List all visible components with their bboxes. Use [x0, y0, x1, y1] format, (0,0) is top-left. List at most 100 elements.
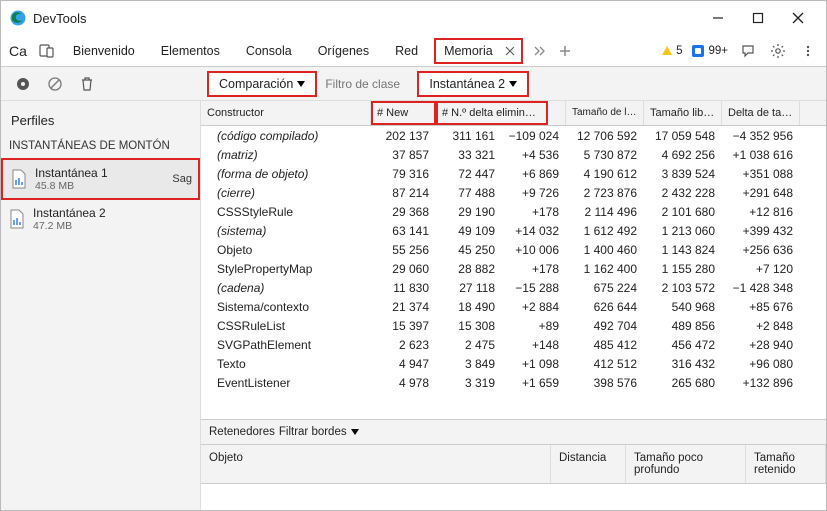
cell-deleted: 77 488	[436, 183, 502, 202]
cell-deleted: 29 190	[436, 202, 502, 221]
filter-edges-dropdown[interactable]: Filtrar bordes	[279, 426, 347, 438]
tab-bienvenido[interactable]: Bienvenido	[63, 38, 145, 64]
col-deleted[interactable]: # N.º delta eliminado	[436, 101, 548, 125]
cell-alloc: 626 644	[566, 297, 644, 316]
cell-freed: 316 432	[644, 354, 722, 373]
cell-deleted: 3 849	[436, 354, 502, 373]
window-title: DevTools	[33, 11, 86, 26]
comparison-grid: Constructor # New # N.º delta eliminado …	[201, 101, 826, 510]
settings-icon[interactable]	[768, 41, 788, 61]
cell-alloc: 12 706 592	[566, 126, 644, 145]
table-row[interactable]: SVGPathElement 2 623 2 475 +148 485 412 …	[201, 335, 826, 354]
tab-consola[interactable]: Consola	[236, 38, 302, 64]
tab-elementos[interactable]: Elementos	[151, 38, 230, 64]
cell-freed: 1 143 824	[644, 240, 722, 259]
col-size-delta[interactable]: Delta de tamaño a	[722, 101, 800, 125]
cell-new: 29 060	[371, 259, 436, 278]
rcol-object[interactable]: Objeto	[201, 445, 551, 483]
table-row[interactable]: (sistema) 63 141 49 109 +14 032 1 612 49…	[201, 221, 826, 240]
cell-size-delta: +256 636	[722, 240, 800, 259]
device-toolbar-icon[interactable]	[37, 41, 57, 61]
table-row[interactable]: (matriz) 37 857 33 321 +4 536 5 730 872 …	[201, 145, 826, 164]
record-button[interactable]	[13, 74, 33, 94]
table-row[interactable]: (forma de objeto) 79 316 72 447 +6 869 4…	[201, 164, 826, 183]
cell-new: 21 374	[371, 297, 436, 316]
cell-size-delta: +28 940	[722, 335, 800, 354]
close-button[interactable]	[778, 3, 818, 33]
snapshot-item[interactable]: Instantánea 2 47.2 MB	[1, 200, 200, 238]
cell-new: 2 623	[371, 335, 436, 354]
cell-deleted: 49 109	[436, 221, 502, 240]
cell-size-delta: −1 428 348	[722, 278, 800, 297]
more-icon[interactable]	[798, 41, 818, 61]
snapshot-dropdown[interactable]: Instantánea 2	[417, 71, 529, 97]
snapshot-item[interactable]: Instantánea 1 45.8 MB Sag	[1, 158, 200, 200]
issues-badge[interactable]: 99+	[692, 45, 728, 57]
cell-new: 202 137	[371, 126, 436, 145]
table-row[interactable]: Sistema/contexto 21 374 18 490 +2 884 62…	[201, 297, 826, 316]
more-tabs-icon[interactable]	[529, 41, 549, 61]
snapshot-size: 47.2 MB	[33, 220, 106, 232]
cell-size-delta: +351 088	[722, 164, 800, 183]
tab-origenes[interactable]: Orígenes	[308, 38, 379, 64]
cell-size-delta: +85 676	[722, 297, 800, 316]
rcol-distance[interactable]: Distancia	[551, 445, 626, 483]
col-freed-size[interactable]: Tamaño liberado	[644, 101, 722, 125]
cell-constructor: StylePropertyMap	[201, 259, 371, 278]
col-delta[interactable]	[548, 101, 566, 125]
cell-freed: 2 101 680	[644, 202, 722, 221]
table-row[interactable]: Objeto 55 256 45 250 +10 006 1 400 460 1…	[201, 240, 826, 259]
table-row[interactable]: (cierre) 87 214 77 488 +9 726 2 723 876 …	[201, 183, 826, 202]
close-tab-icon[interactable]	[505, 46, 515, 56]
cell-alloc: 2 114 496	[566, 202, 644, 221]
view-dropdown[interactable]: Comparación	[207, 71, 317, 97]
cell-alloc: 485 412	[566, 335, 644, 354]
col-alloc-size[interactable]: Tamaño de la asignación	[566, 101, 644, 125]
snapshot-icon	[9, 209, 25, 229]
cell-constructor: CSSRuleList	[201, 316, 371, 335]
table-row[interactable]: CSSRuleList 15 397 15 308 +89 492 704 48…	[201, 316, 826, 335]
cell-new: 55 256	[371, 240, 436, 259]
warnings-count: 5	[676, 45, 682, 57]
table-row[interactable]: (cadena) 11 830 27 118 −15 288 675 224 2…	[201, 278, 826, 297]
class-filter-input[interactable]	[317, 72, 417, 96]
cell-constructor: EventListener	[201, 373, 371, 392]
table-row[interactable]: StylePropertyMap 29 060 28 882 +178 1 16…	[201, 259, 826, 278]
table-row[interactable]: CSSStyleRule 29 368 29 190 +178 2 114 49…	[201, 202, 826, 221]
tab-memoria[interactable]: Memoria	[434, 38, 523, 64]
cell-alloc: 675 224	[566, 278, 644, 297]
trash-button[interactable]	[77, 74, 97, 94]
cell-constructor: Objeto	[201, 240, 371, 259]
grid-body[interactable]: (código compilado) 202 137 311 161 −109 …	[201, 126, 826, 419]
cell-delta: +2 884	[502, 297, 566, 316]
cell-alloc: 4 190 612	[566, 164, 644, 183]
col-constructor[interactable]: Constructor	[201, 101, 371, 125]
snapshot-save[interactable]: Sag	[172, 173, 192, 185]
chevron-down-icon	[509, 81, 517, 87]
minimize-button[interactable]	[698, 3, 738, 33]
cell-delta: +89	[502, 316, 566, 335]
warnings-badge[interactable]: 5	[662, 45, 682, 57]
inspect-glyph[interactable]: Ca	[5, 43, 31, 59]
rcol-retained[interactable]: Tamaño retenido	[746, 445, 826, 483]
table-row[interactable]: EventListener 4 978 3 319 +1 659 398 576…	[201, 373, 826, 392]
retainers-grid-body[interactable]	[201, 484, 826, 510]
maximize-button[interactable]	[738, 3, 778, 33]
tab-memoria-label: Memoria	[444, 44, 493, 58]
feedback-icon[interactable]	[738, 41, 758, 61]
clear-button[interactable]	[45, 74, 65, 94]
info-icon	[692, 45, 704, 57]
rcol-shallow[interactable]: Tamaño poco profundo	[626, 445, 746, 483]
window-titlebar: DevTools	[1, 1, 826, 35]
col-new[interactable]: # New	[371, 101, 436, 125]
table-row[interactable]: (código compilado) 202 137 311 161 −109 …	[201, 126, 826, 145]
cell-deleted: 18 490	[436, 297, 502, 316]
cell-size-delta: +2 848	[722, 316, 800, 335]
cell-size-delta: +12 816	[722, 202, 800, 221]
profiles-sidebar: Perfiles INSTANTÁNEAS DE MONTÓN Instantá…	[1, 101, 201, 510]
table-row[interactable]: Texto 4 947 3 849 +1 098 412 512 316 432…	[201, 354, 826, 373]
tab-red[interactable]: Red	[385, 38, 428, 64]
add-tab-icon[interactable]	[555, 41, 575, 61]
cell-alloc: 5 730 872	[566, 145, 644, 164]
snapshot-icon	[11, 169, 27, 189]
